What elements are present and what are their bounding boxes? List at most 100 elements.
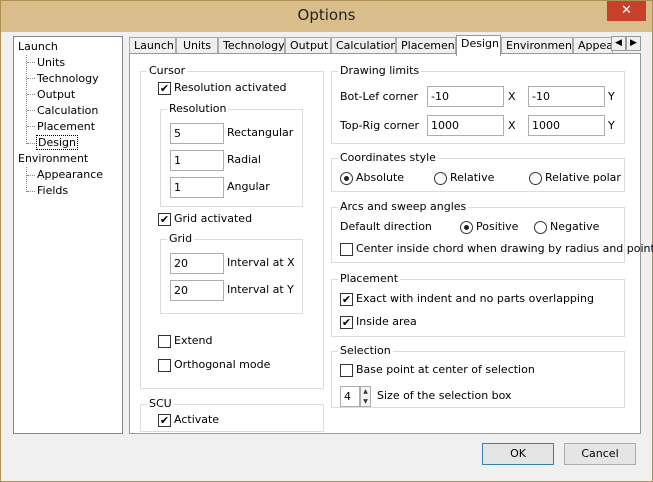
ok-button[interactable]: OK	[482, 443, 554, 465]
arcs-group: Arcs and sweep angles Default direction …	[331, 200, 653, 263]
tree-item-label: Design	[36, 135, 78, 150]
interval-x-input[interactable]	[170, 253, 224, 274]
radial-input[interactable]	[170, 150, 224, 171]
angular-label: Angular	[227, 180, 270, 193]
tree-item-environment[interactable]: Environment	[18, 151, 88, 167]
positive-radio[interactable]	[460, 221, 473, 234]
base-point-checkbox[interactable]	[340, 364, 353, 377]
selection-size-spinner[interactable]: ▲ ▼	[360, 386, 371, 407]
spin-down-icon[interactable]: ▼	[361, 397, 370, 407]
category-tree[interactable]: Launch Units Technology Output Calculati…	[13, 36, 123, 434]
negative-radio[interactable]	[534, 221, 547, 234]
tree-item-label: Output	[37, 88, 76, 101]
tree-item-label: Environment	[18, 152, 89, 165]
cursor-group: Cursor ✔ Resolution activated Resolution…	[140, 64, 324, 389]
tree-item-units[interactable]: Units	[37, 55, 65, 71]
positive-label: Positive	[476, 220, 519, 233]
window-title: Options	[297, 6, 356, 24]
relative-radio[interactable]	[434, 172, 447, 185]
base-point-label: Base point at center of selection	[356, 363, 535, 376]
options-window: Options ✕ Launch Units Technology Output…	[0, 0, 653, 482]
tab-scroll-left-icon[interactable]: ◀	[611, 36, 626, 51]
grid-activated-label: Grid activated	[174, 212, 253, 225]
grid-group: Grid Interval at X Interval at Y	[160, 232, 303, 314]
tree-item-technology[interactable]: Technology	[37, 71, 99, 87]
bot-x-input[interactable]	[427, 86, 504, 107]
placement-group: Placement ✔ Exact with indent and no par…	[331, 272, 625, 337]
interval-x-label: Interval at X	[227, 256, 295, 269]
selection-title: Selection	[338, 344, 393, 358]
orthogonal-mode-checkbox[interactable]	[158, 359, 171, 372]
grid-group-title: Grid	[167, 232, 195, 246]
scu-activate-checkbox[interactable]: ✔	[158, 414, 171, 427]
selection-size-input[interactable]	[340, 386, 360, 407]
rectangular-input[interactable]	[170, 123, 224, 144]
inside-area-checkbox[interactable]: ✔	[340, 316, 353, 329]
tab-strip: Launch Units Technology Output Calculati…	[129, 35, 641, 56]
top-x-axis-label: X	[508, 119, 516, 132]
grid-activated-checkbox[interactable]: ✔	[158, 213, 171, 226]
cancel-button[interactable]: Cancel	[564, 443, 636, 465]
tree-item-label: Units	[37, 56, 66, 69]
top-x-input[interactable]	[427, 115, 504, 136]
resolution-group: Resolution Rectangular Radial Angular	[160, 102, 303, 207]
top-y-axis-label: Y	[608, 119, 615, 132]
radial-label: Radial	[227, 153, 261, 166]
cursor-group-title: Cursor	[147, 64, 188, 78]
coordinates-style-title: Coordinates style	[338, 151, 438, 165]
absolute-radio[interactable]	[340, 172, 353, 185]
top-y-input[interactable]	[528, 115, 605, 136]
scu-activate-label: Activate	[174, 413, 220, 426]
bot-lef-label: Bot-Lef corner	[340, 90, 418, 103]
close-button[interactable]: ✕	[607, 1, 646, 21]
center-inside-label: Center inside chord when drawing by radi…	[356, 242, 653, 255]
tree-item-launch[interactable]: Launch	[18, 39, 58, 55]
bot-y-input[interactable]	[528, 86, 605, 107]
placement-title: Placement	[338, 272, 401, 286]
rectangular-label: Rectangular	[227, 126, 294, 139]
exact-indent-checkbox[interactable]: ✔	[340, 293, 353, 306]
bot-x-axis-label: X	[508, 90, 516, 103]
interval-y-label: Interval at Y	[227, 283, 294, 296]
inside-area-label: Inside area	[356, 315, 417, 328]
interval-y-input[interactable]	[170, 280, 224, 301]
relative-polar-radio[interactable]	[529, 172, 542, 185]
resolution-activated-checkbox[interactable]: ✔	[158, 82, 171, 95]
absolute-label: Absolute	[356, 171, 405, 184]
selection-group: Selection Base point at center of select…	[331, 344, 625, 408]
selection-size-label: Size of the selection box	[377, 389, 512, 402]
design-panel: Cursor ✔ Resolution activated Resolution…	[129, 53, 653, 434]
drawing-limits-group: Drawing limits Bot-Lef corner X Y Top-Ri…	[331, 64, 625, 144]
tree-item-label: Appearance	[37, 168, 104, 181]
tree-item-label: Fields	[37, 184, 69, 197]
tree-item-calculation[interactable]: Calculation	[37, 103, 98, 119]
default-direction-label: Default direction	[340, 220, 432, 233]
tab-design[interactable]: Design	[456, 35, 501, 56]
tree-item-output[interactable]: Output	[37, 87, 75, 103]
tree-item-label: Placement	[37, 120, 96, 133]
tree-item-placement[interactable]: Placement	[37, 119, 95, 135]
dialog-client: Launch Units Technology Output Calculati…	[9, 32, 653, 473]
scu-group: SCU ✔ Activate	[140, 397, 324, 432]
negative-label: Negative	[550, 220, 600, 233]
angular-input[interactable]	[170, 177, 224, 198]
scu-group-title: SCU	[147, 397, 174, 411]
relative-polar-label: Relative polar	[545, 171, 621, 184]
tree-item-label: Calculation	[37, 104, 99, 117]
drawing-limits-title: Drawing limits	[338, 64, 422, 78]
extend-checkbox[interactable]	[158, 335, 171, 348]
orthogonal-mode-label: Orthogonal mode	[174, 358, 271, 371]
resolution-activated-label: Resolution activated	[174, 81, 287, 94]
tree-item-design[interactable]: Design	[36, 135, 78, 151]
tree-item-label: Launch	[18, 40, 58, 53]
exact-indent-label: Exact with indent and no parts overlappi…	[356, 292, 594, 305]
center-inside-checkbox[interactable]	[340, 243, 353, 256]
tree-item-appearance[interactable]: Appearance	[37, 167, 103, 183]
spin-up-icon[interactable]: ▲	[361, 387, 370, 397]
tree-item-fields[interactable]: Fields	[37, 183, 68, 199]
title-bar[interactable]: Options ✕	[1, 1, 652, 32]
coordinates-style-group: Coordinates style Absolute Relative Rela…	[331, 151, 625, 192]
tab-scroll-right-icon[interactable]: ▶	[626, 36, 641, 51]
tree-item-label: Technology	[37, 72, 99, 85]
bot-y-axis-label: Y	[608, 90, 615, 103]
